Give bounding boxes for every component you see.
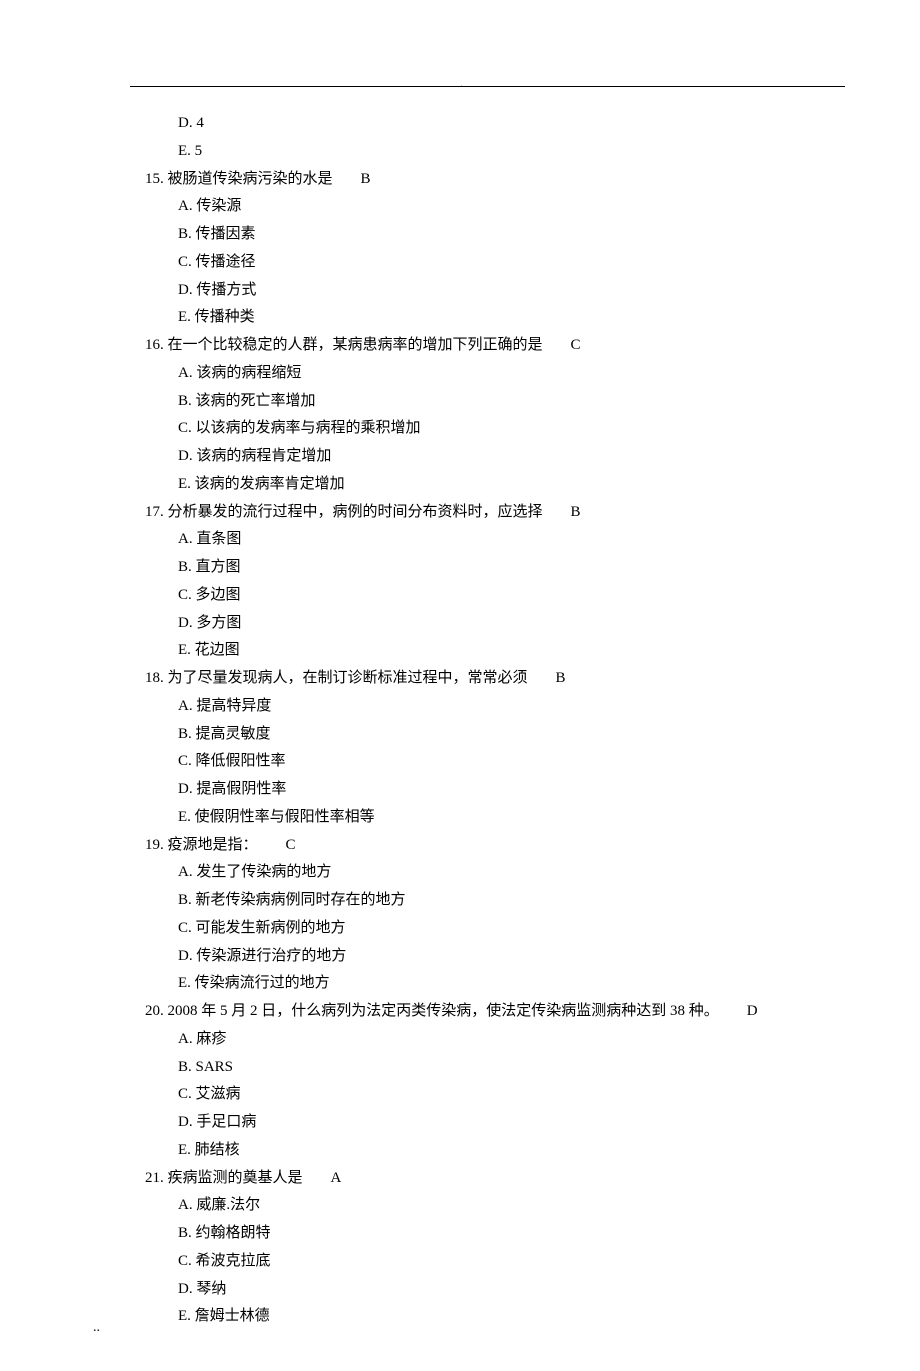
option-line: B. 该病的死亡率增加 [178,388,810,416]
option-line: B. 传播因素 [178,221,810,249]
option-line: E. 5 [178,138,810,166]
option-line: A. 传染源 [178,193,810,221]
question-text: 为了尽量发现病人，在制订诊断标准过程中，常常必须 [168,670,528,686]
header-dot: . [460,72,463,94]
question-stem: 18. 为了尽量发现病人，在制订诊断标准过程中，常常必须 B [145,665,810,693]
option-line: B. 新老传染病病例同时存在的地方 [178,887,810,915]
option-line: B. 约翰格朗特 [178,1220,810,1248]
question-stem: 16. 在一个比较稳定的人群，某病患病率的增加下列正确的是 C [145,332,810,360]
question-stem: 19. 疫源地是指： C [145,832,810,860]
page: . D. 4E. 515. 被肠道传染病污染的水是BA. 传染源B. 传播因素C… [0,0,920,1371]
option-line: A. 麻疹 [178,1026,810,1054]
option-line: B. SARS [178,1054,810,1082]
option-line: E. 传播种类 [178,304,810,332]
option-line: C. 以该病的发病率与病程的乘积增加 [178,415,810,443]
option-line: A. 提高特异度 [178,693,810,721]
header-rule [130,86,845,87]
question-text: 在一个比较稳定的人群，某病患病率的增加下列正确的是 [168,337,543,353]
question-text: 分析暴发的流行过程中，病例的时间分布资料时，应选择 [168,504,543,520]
option-line: E. 詹姆士林德 [178,1303,810,1331]
question-stem: 15. 被肠道传染病污染的水是 B [145,166,810,194]
question-text: 2008 年 5 月 2 日，什么病列为法定丙类传染病，使法定传染病监测病种达到… [168,1003,719,1019]
answer-letter: B [571,499,581,527]
question-number: 19. [145,837,164,853]
option-line: E. 该病的发病率肯定增加 [178,471,810,499]
option-line: A. 发生了传染病的地方 [178,859,810,887]
option-line: D. 提高假阴性率 [178,776,810,804]
option-line: A. 该病的病程缩短 [178,360,810,388]
question-text: 疾病监测的奠基人是 [168,1170,303,1186]
option-line: D. 多方图 [178,610,810,638]
option-line: C. 降低假阳性率 [178,748,810,776]
answer-letter: B [361,166,371,194]
question-number: 17. [145,504,164,520]
option-line: C. 艾滋病 [178,1081,810,1109]
answer-letter: C [286,832,296,860]
option-line: B. 直方图 [178,554,810,582]
option-line: D. 手足口病 [178,1109,810,1137]
question-stem: 21. 疾病监测的奠基人是 A [145,1165,810,1193]
option-line: D. 琴纳 [178,1276,810,1304]
option-line: C. 多边图 [178,582,810,610]
question-number: 18. [145,670,164,686]
option-line: D. 4 [178,110,810,138]
option-line: C. 传播途径 [178,249,810,277]
option-line: B. 提高灵敏度 [178,721,810,749]
question-text: 疫源地是指： [168,837,258,853]
answer-letter: C [571,332,581,360]
question-number: 20. [145,1003,164,1019]
option-line: C. 希波克拉底 [178,1248,810,1276]
footer-dot: .. [93,1315,100,1341]
answer-letter: D [747,998,758,1026]
option-line: E. 肺结核 [178,1137,810,1165]
option-line: A. 直条图 [178,526,810,554]
option-line: C. 可能发生新病例的地方 [178,915,810,943]
option-line: D. 传播方式 [178,277,810,305]
option-line: E. 使假阴性率与假阳性率相等 [178,804,810,832]
answer-letter: B [556,665,566,693]
question-text: 被肠道传染病污染的水是 [168,171,333,187]
content-body: D. 4E. 515. 被肠道传染病污染的水是BA. 传染源B. 传播因素C. … [130,70,810,1331]
question-number: 15. [145,171,164,187]
question-number: 21. [145,1170,164,1186]
answer-letter: A [331,1165,342,1193]
option-line: D. 该病的病程肯定增加 [178,443,810,471]
question-stem: 20. 2008 年 5 月 2 日，什么病列为法定丙类传染病，使法定传染病监测… [145,998,810,1026]
question-stem: 17. 分析暴发的流行过程中，病例的时间分布资料时，应选择 B [145,499,810,527]
question-number: 16. [145,337,164,353]
option-line: D. 传染源进行治疗的地方 [178,943,810,971]
option-line: E. 传染病流行过的地方 [178,970,810,998]
option-line: E. 花边图 [178,637,810,665]
option-line: A. 威廉.法尔 [178,1192,810,1220]
